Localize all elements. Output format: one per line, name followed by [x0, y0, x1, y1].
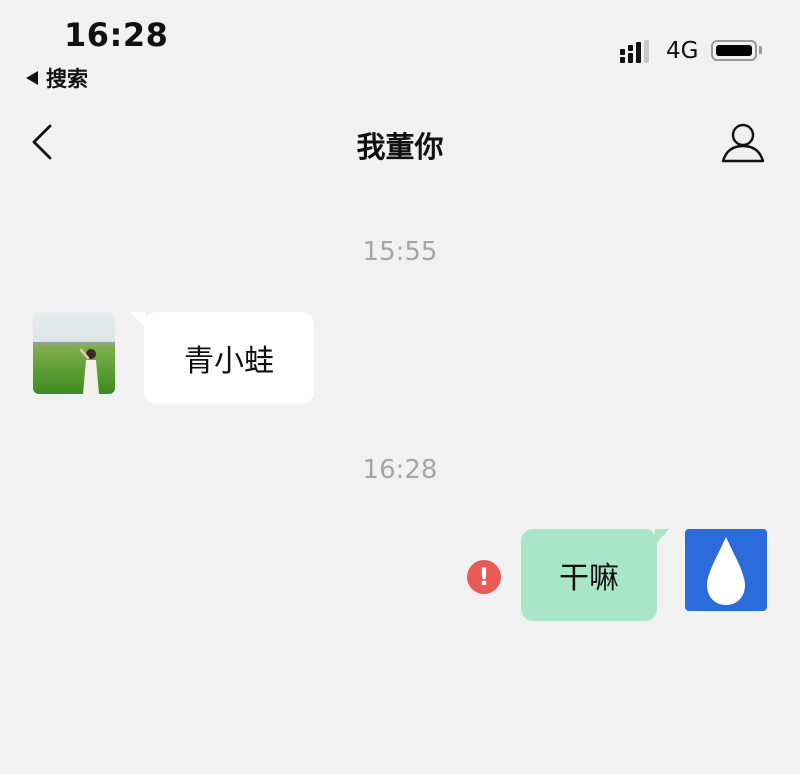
- message-text: 干嘛: [559, 561, 619, 596]
- water-drop-icon: [707, 537, 745, 605]
- status-time: 16:28: [64, 16, 169, 54]
- contact-avatar[interactable]: [33, 312, 115, 394]
- incoming-message-bubble[interactable]: 青小蛙: [130, 312, 314, 404]
- battery-tip: [759, 46, 762, 54]
- back-app-label: 搜索: [46, 67, 88, 91]
- timestamp: 15:55: [362, 237, 438, 267]
- signal-strength-icon: [620, 40, 649, 63]
- back-triangle-icon: [26, 71, 38, 85]
- outgoing-message-bubble[interactable]: 干嘛: [521, 529, 669, 621]
- profile-icon[interactable]: [720, 121, 766, 165]
- user-avatar[interactable]: [685, 529, 767, 611]
- back-to-app-link[interactable]: 搜索: [26, 63, 88, 93]
- send-failed-icon[interactable]: !: [467, 560, 501, 594]
- timestamp: 16:28: [362, 455, 438, 485]
- message-text: 青小蛙: [184, 344, 274, 379]
- battery-icon: [711, 40, 757, 61]
- photo-avatar-image: [33, 312, 115, 394]
- network-type: 4G: [666, 38, 699, 64]
- chat-title: 我董你: [356, 130, 444, 164]
